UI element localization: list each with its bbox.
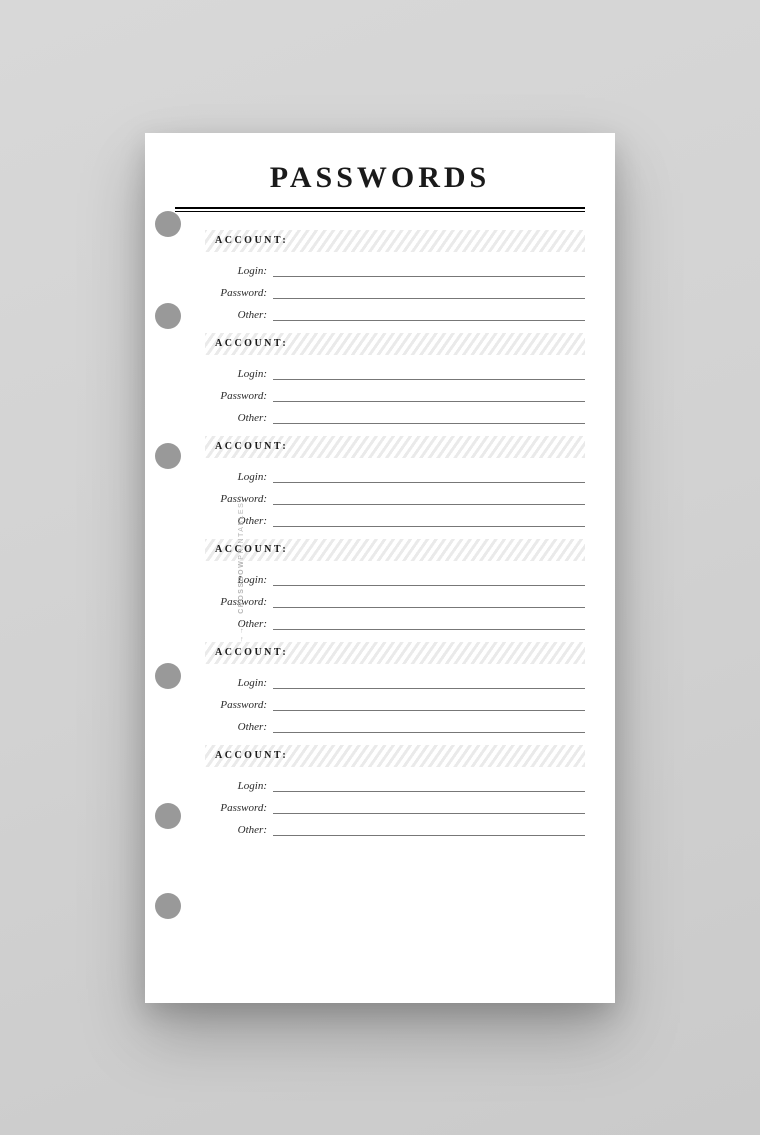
password-label: Password: bbox=[205, 390, 273, 402]
login-label: Login: bbox=[205, 780, 273, 792]
password-entry: ACCOUNT: Login: Password: Other: bbox=[205, 333, 585, 424]
brand-watermark: →→→ CROSSBOWPRINTABLES ↑ bbox=[238, 493, 245, 642]
password-line[interactable] bbox=[273, 385, 585, 402]
password-label: Password: bbox=[205, 802, 273, 814]
other-label: Other: bbox=[205, 412, 273, 424]
account-label: ACCOUNT: bbox=[215, 750, 292, 761]
account-label: ACCOUNT: bbox=[215, 544, 292, 555]
password-label: Password: bbox=[205, 699, 273, 711]
password-row: Password: bbox=[205, 385, 585, 402]
other-line[interactable] bbox=[273, 407, 585, 424]
account-label: ACCOUNT: bbox=[215, 647, 292, 658]
binder-hole bbox=[155, 893, 181, 919]
login-label: Login: bbox=[205, 265, 273, 277]
page-title: PASSWORDS bbox=[175, 161, 585, 195]
other-row: Other: bbox=[205, 819, 585, 836]
login-line[interactable] bbox=[273, 775, 585, 792]
account-label: ACCOUNT: bbox=[215, 338, 292, 349]
login-row: Login: bbox=[205, 260, 585, 277]
login-row: Login: bbox=[205, 363, 585, 380]
binder-hole bbox=[155, 443, 181, 469]
password-entry: ACCOUNT: Login: Password: Other: bbox=[205, 436, 585, 527]
account-header: ACCOUNT: bbox=[205, 230, 585, 252]
password-line[interactable] bbox=[273, 591, 585, 608]
login-label: Login: bbox=[205, 471, 273, 483]
login-line[interactable] bbox=[273, 260, 585, 277]
other-line[interactable] bbox=[273, 716, 585, 733]
account-header: ACCOUNT: bbox=[205, 642, 585, 664]
binder-hole bbox=[155, 211, 181, 237]
account-header: ACCOUNT: bbox=[205, 539, 585, 561]
password-entry: ACCOUNT: Login: Password: Other: bbox=[205, 745, 585, 836]
other-row: Other: bbox=[205, 613, 585, 630]
login-line[interactable] bbox=[273, 363, 585, 380]
binder-hole bbox=[155, 803, 181, 829]
other-row: Other: bbox=[205, 716, 585, 733]
login-label: Login: bbox=[205, 677, 273, 689]
other-label: Other: bbox=[205, 824, 273, 836]
other-line[interactable] bbox=[273, 304, 585, 321]
binder-hole bbox=[155, 303, 181, 329]
password-row: Password: bbox=[205, 282, 585, 299]
binder-holes bbox=[155, 133, 183, 1003]
login-row: Login: bbox=[205, 569, 585, 586]
account-header: ACCOUNT: bbox=[205, 333, 585, 355]
other-label: Other: bbox=[205, 721, 273, 733]
account-header: ACCOUNT: bbox=[205, 436, 585, 458]
login-line[interactable] bbox=[273, 466, 585, 483]
title-rule-thick bbox=[175, 207, 585, 209]
login-row: Login: bbox=[205, 672, 585, 689]
password-line[interactable] bbox=[273, 797, 585, 814]
password-row: Password: bbox=[205, 797, 585, 814]
other-row: Other: bbox=[205, 304, 585, 321]
password-row: Password: bbox=[205, 694, 585, 711]
title-rule-thin bbox=[175, 211, 585, 212]
password-line[interactable] bbox=[273, 488, 585, 505]
password-label: Password: bbox=[205, 287, 273, 299]
account-header: ACCOUNT: bbox=[205, 745, 585, 767]
password-row: Password: bbox=[205, 591, 585, 608]
planner-page: →→→ CROSSBOWPRINTABLES ↑ PASSWORDS ACCOU… bbox=[145, 133, 615, 1003]
password-line[interactable] bbox=[273, 694, 585, 711]
password-entry: ACCOUNT: Login: Password: Other: bbox=[205, 230, 585, 321]
other-row: Other: bbox=[205, 407, 585, 424]
password-entry: ACCOUNT: Login: Password: Other: bbox=[205, 539, 585, 630]
other-line[interactable] bbox=[273, 510, 585, 527]
other-row: Other: bbox=[205, 510, 585, 527]
password-row: Password: bbox=[205, 488, 585, 505]
binder-hole bbox=[155, 663, 181, 689]
password-line[interactable] bbox=[273, 282, 585, 299]
account-label: ACCOUNT: bbox=[215, 235, 292, 246]
login-row: Login: bbox=[205, 775, 585, 792]
other-line[interactable] bbox=[273, 613, 585, 630]
login-line[interactable] bbox=[273, 569, 585, 586]
login-label: Login: bbox=[205, 368, 273, 380]
login-line[interactable] bbox=[273, 672, 585, 689]
other-label: Other: bbox=[205, 309, 273, 321]
password-entry: ACCOUNT: Login: Password: Other: bbox=[205, 642, 585, 733]
login-row: Login: bbox=[205, 466, 585, 483]
other-line[interactable] bbox=[273, 819, 585, 836]
account-label: ACCOUNT: bbox=[215, 441, 292, 452]
